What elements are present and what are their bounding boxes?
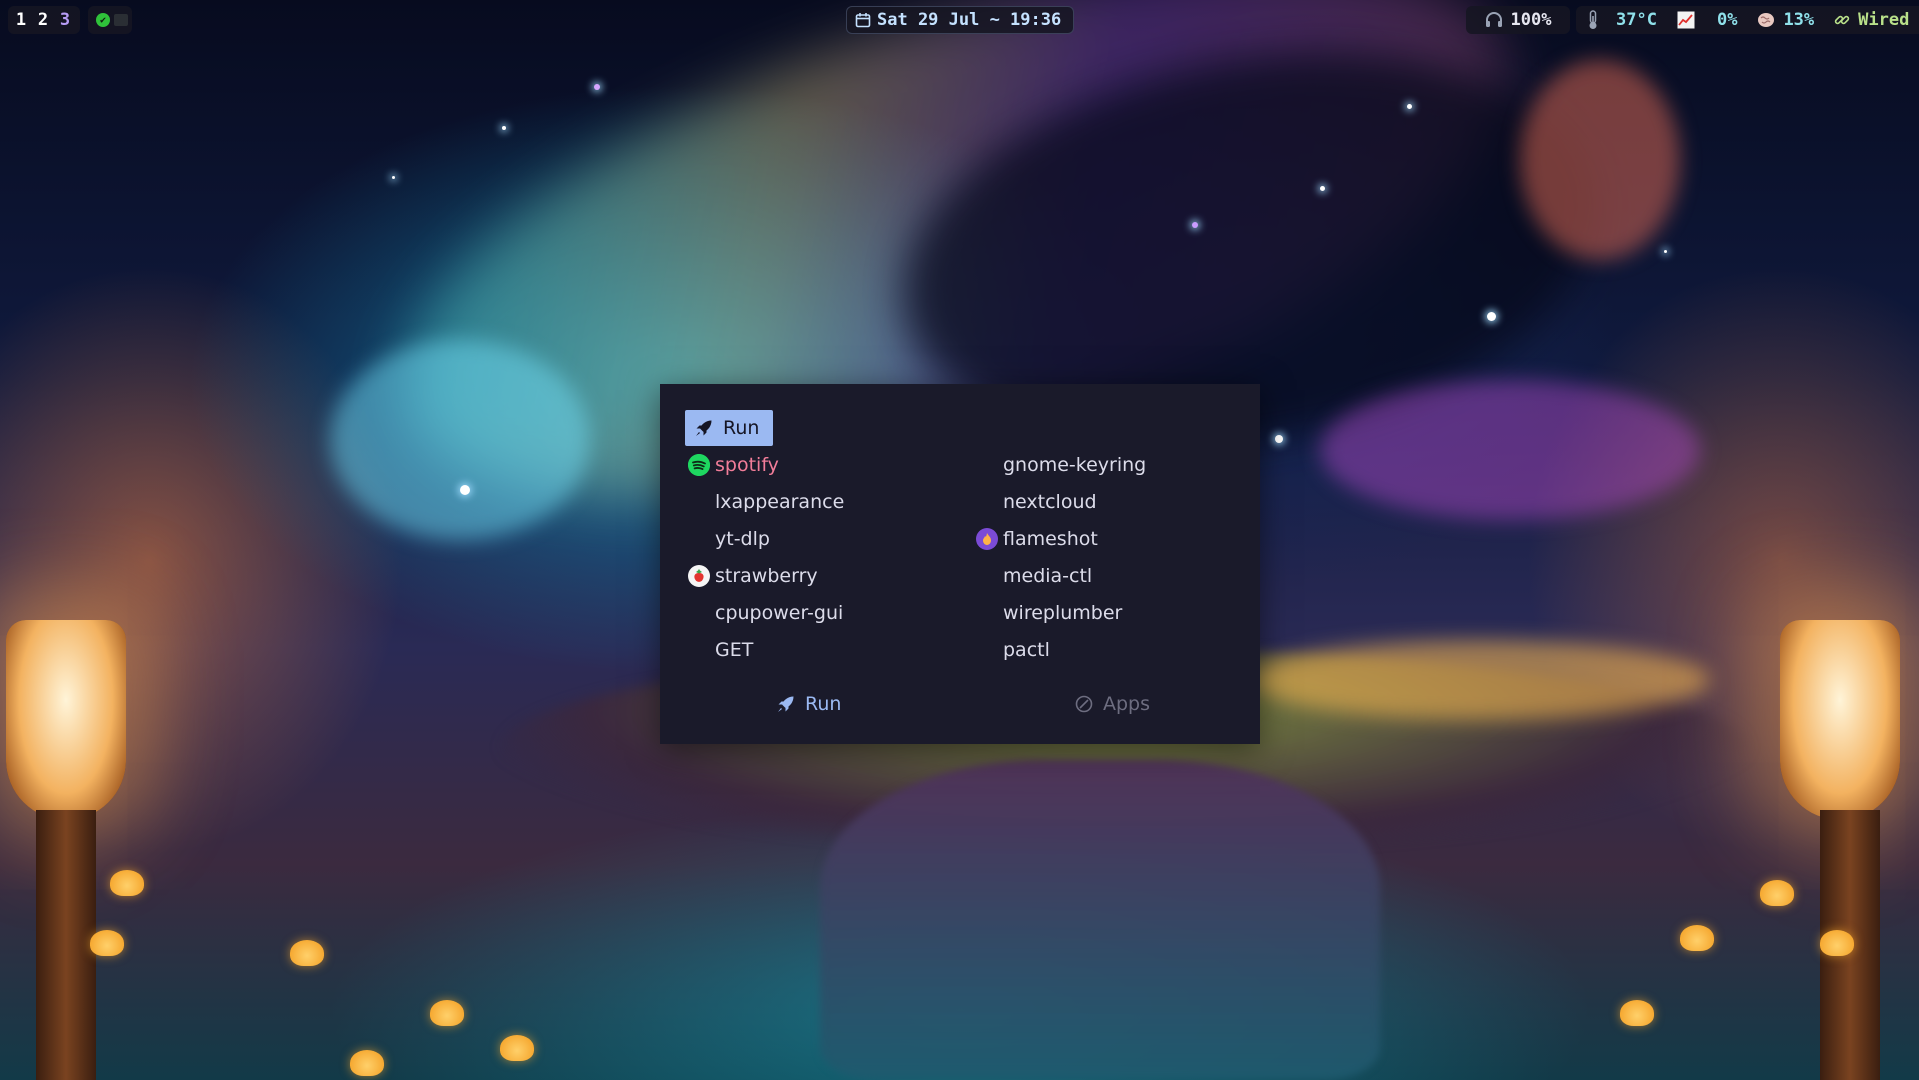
flower [1620,1000,1654,1026]
mode-apps-button[interactable]: Apps [1075,688,1150,720]
flower [500,1035,534,1061]
top-bar: 1 2 3 ✔ Sat 29 Jul ~ 19:36 100% 37°C 0% … [0,0,1919,40]
entry-flameshot-label: flameshot [1003,528,1098,550]
volume-value: 100% [1510,10,1552,30]
flower [1820,930,1854,956]
run-mode-badge: Run [685,410,774,446]
system-stats: 37°C 0% 13% Wired [1576,6,1919,34]
volume-widget[interactable]: 100% [1466,6,1570,34]
temperature-widget[interactable]: 37°C [1576,10,1667,30]
cpu-widget[interactable]: 0% [1667,10,1747,30]
mode-apps-label: Apps [1103,693,1151,715]
entry-pactl-label: pactl [1003,639,1050,661]
flower [110,870,144,896]
nebula-glow-left [330,340,590,540]
calendar-icon [855,13,871,28]
entry-lxappearance-label: lxappearance [715,491,845,513]
chart-up-icon [1677,11,1695,29]
lamp-left [6,620,126,820]
workspace-switcher: 1 2 3 [8,6,80,34]
cpu-value: 0% [1716,10,1738,30]
memory-value: 13% [1783,10,1815,30]
entry-gnome-keyring[interactable]: gnome-keyring [1003,450,1146,480]
flower [1760,880,1794,906]
workspace-1-button[interactable]: 1 [10,10,32,30]
star [502,126,506,130]
entry-spotify-label: spotify [715,454,779,476]
nebula-glow-right [1320,380,1700,520]
entry-nextcloud[interactable]: nextcloud [1003,487,1097,517]
entry-wireplumber[interactable]: wireplumber [1003,598,1122,628]
entry-media-ctl[interactable]: media-ctl [1003,561,1092,591]
network-widget[interactable]: Wired [1824,10,1919,30]
tree-trunk [820,760,1380,1080]
system-tray: ✔ [88,6,132,34]
star [1487,312,1496,321]
thermometer-icon [1589,10,1597,29]
entry-gnome-keyring-label: gnome-keyring [1003,454,1147,476]
clock-widget[interactable]: Sat 29 Jul ~ 19:36 [846,6,1074,34]
star [1192,222,1198,228]
temperature-value: 37°C [1616,10,1657,30]
apps-circle-icon [1075,695,1093,713]
village-lights [1250,640,1710,720]
star [1407,104,1412,109]
entry-strawberry[interactable]: strawberry [688,561,818,591]
entry-lxappearance[interactable]: lxappearance [715,487,844,517]
star [1275,435,1283,443]
entry-strawberry-label: strawberry [715,565,818,587]
star [1664,250,1667,253]
headphones-icon [1485,12,1502,27]
star [1320,186,1325,191]
flower [290,940,324,966]
star [392,176,395,179]
entry-wireplumber-label: wireplumber [1003,602,1123,624]
star [460,485,470,495]
tray-placeholder-icon[interactable] [114,14,128,26]
entry-yt-dlp-label: yt-dlp [715,528,770,550]
entry-nextcloud-label: nextcloud [1003,491,1097,513]
star [594,84,600,90]
mode-run-button[interactable]: Run [777,688,841,720]
run-launcher: Run spotify lxappearance yt-dlp strawber… [660,384,1260,744]
memory-widget[interactable]: 13% [1747,10,1824,30]
entry-media-ctl-label: media-ctl [1003,565,1093,587]
entry-get-label: GET [715,639,754,661]
entry-spotify[interactable]: spotify [688,450,779,480]
lamp-right [1780,620,1900,820]
workspace-3-button[interactable]: 3 [54,10,76,30]
flameshot-icon [976,528,998,550]
entry-pactl[interactable]: pactl [1003,635,1050,665]
status-check-icon[interactable]: ✔ [96,13,110,27]
entry-get[interactable]: GET [715,635,753,665]
flower [90,930,124,956]
entry-yt-dlp[interactable]: yt-dlp [715,524,770,554]
entry-flameshot[interactable]: flameshot [976,524,1098,554]
brain-icon [1758,13,1775,27]
run-mode-label: Run [723,417,760,439]
link-icon [1834,15,1850,25]
nebula-glow-orange [1520,60,1680,260]
workspace-2-button[interactable]: 2 [32,10,54,30]
spotify-icon [688,454,710,476]
flower [350,1050,384,1076]
entry-cpupower-gui[interactable]: cpupower-gui [715,598,843,628]
clock-text: Sat 29 Jul ~ 19:36 [877,10,1062,30]
network-value: Wired [1858,10,1910,30]
rocket-icon [778,696,794,712]
strawberry-icon [688,565,710,587]
flower [430,1000,464,1026]
rocket-icon [696,420,712,436]
entry-cpupower-gui-label: cpupower-gui [715,602,844,624]
mode-run-label: Run [805,693,842,715]
lamp-post-left [36,810,96,1080]
flower [1680,925,1714,951]
